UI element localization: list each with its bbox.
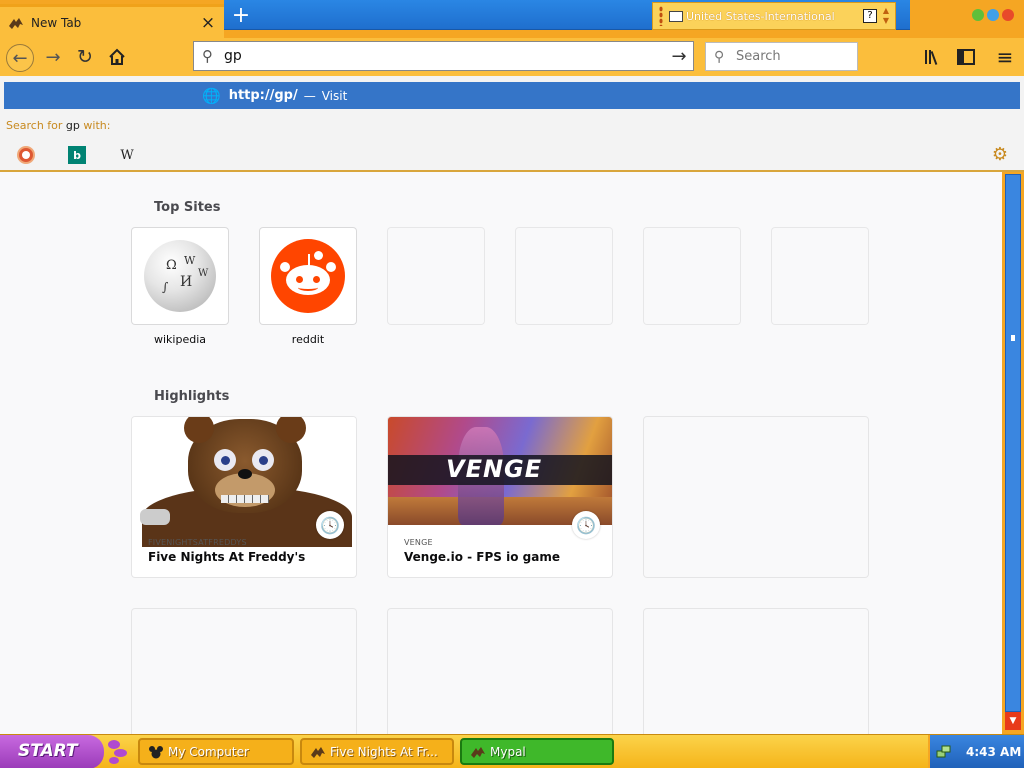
taskbar-item-label: Mypal xyxy=(490,744,526,759)
arrow-left-icon: ← xyxy=(12,47,28,69)
start-decoration-icon xyxy=(106,739,128,765)
taskbar-item-my-computer[interactable]: My Computer xyxy=(138,738,294,765)
grip-icon[interactable] xyxy=(659,6,663,26)
highlight-title: Five Nights At Freddy's xyxy=(148,550,306,564)
venge-thumbnail: VENGE xyxy=(388,417,612,525)
bing-icon[interactable]: b xyxy=(68,146,86,164)
taskbar: START My Computer Five Nights At Fr... M… xyxy=(0,734,1024,768)
start-button[interactable]: START xyxy=(0,735,104,768)
reload-icon: ↻ xyxy=(77,46,93,68)
suggestion-separator: — xyxy=(303,88,316,103)
new-tab-button[interactable]: + xyxy=(230,5,252,29)
highlight-card-fnaf[interactable]: 🕓 FIVENIGHTSATFREDDYS Five Nights At Fre… xyxy=(132,417,356,577)
forward-button[interactable]: → xyxy=(40,44,66,70)
scrollbar-grip-icon xyxy=(1011,335,1015,341)
tab-close-icon[interactable]: × xyxy=(200,13,216,33)
top-site-tile-wikipedia[interactable]: Ω W И ∫ W xyxy=(132,228,228,324)
taskbar-clock[interactable]: 4:43 AM xyxy=(966,745,1021,759)
wikipedia-icon[interactable]: W xyxy=(118,146,136,164)
fnaf-thumbnail xyxy=(132,417,356,547)
mickey-icon xyxy=(149,745,163,758)
url-input[interactable] xyxy=(224,48,665,64)
highlight-placeholder xyxy=(132,609,356,734)
venge-logo: VENGE xyxy=(446,455,543,483)
screen: New Tab × + United States-International … xyxy=(0,0,1024,768)
minimize-icon[interactable] xyxy=(972,9,984,21)
home-button[interactable] xyxy=(104,44,130,70)
top-site-tile-reddit[interactable] xyxy=(260,228,356,324)
highlights-title[interactable]: Highlights xyxy=(154,389,229,404)
go-arrow-icon[interactable]: → xyxy=(665,46,693,67)
language-label[interactable]: United States-International xyxy=(686,10,863,23)
search-icon: ⚲ xyxy=(202,47,213,65)
window-controls xyxy=(972,9,1014,21)
highlight-context: VENGE xyxy=(404,538,433,547)
taskbar-item-fnaf[interactable]: Five Nights At Fr... xyxy=(300,738,454,765)
url-suggestion-row[interactable]: 🌐 http://gp/ — Visit xyxy=(4,82,1020,109)
top-site-placeholder xyxy=(516,228,612,324)
highlight-card-venge[interactable]: VENGE 🕓 VENGE Venge.io - FPS io game xyxy=(388,417,612,577)
top-sites-title[interactable]: Top Sites xyxy=(154,200,221,215)
language-bar[interactable]: United States-International ? ▲ ▼ xyxy=(652,2,896,30)
highlight-context: FIVENIGHTSATFREDDYS xyxy=(148,538,247,547)
top-site-placeholder xyxy=(388,228,484,324)
maximize-icon[interactable] xyxy=(987,9,999,21)
mypal-icon xyxy=(471,746,485,758)
search-bar[interactable]: ⚲ xyxy=(705,42,858,71)
history-clock-icon: 🕓 xyxy=(316,511,344,539)
keyboard-icon xyxy=(669,10,683,22)
wikipedia-globe-icon: Ω W И ∫ W xyxy=(144,240,216,312)
history-clock-icon: 🕓 xyxy=(572,511,600,539)
top-site-label[interactable]: reddit xyxy=(260,333,356,346)
language-bar-options-icon[interactable]: ▲ ▼ xyxy=(883,6,889,26)
url-bar[interactable]: ⚲ → xyxy=(193,41,694,71)
network-icon[interactable] xyxy=(936,745,952,759)
back-button[interactable]: ← xyxy=(6,44,34,72)
system-tray: 4:43 AM xyxy=(928,735,1024,768)
home-icon xyxy=(109,48,125,65)
search-with-label: Search for gp with: xyxy=(6,119,110,132)
new-tab-page: Top Sites Ω W И ∫ W wikipedia reddit Hig… xyxy=(0,172,1002,734)
taskbar-item-label: Five Nights At Fr... xyxy=(330,744,438,759)
search-icon: ⚲ xyxy=(714,48,725,65)
vertical-scrollbar[interactable]: ▼ xyxy=(1002,172,1024,734)
search-with-suffix: with: xyxy=(79,119,111,132)
highlight-title: Venge.io - FPS io game xyxy=(404,550,560,564)
duckduckgo-icon[interactable] xyxy=(17,146,35,164)
mypal-favicon-icon xyxy=(9,17,23,29)
tab-strip: New Tab × + United States-International … xyxy=(0,0,1024,38)
navigation-toolbar: ← → ↻ ⚲ → ⚲ ≡ xyxy=(0,38,1024,76)
top-site-label[interactable]: wikipedia xyxy=(132,333,228,346)
reload-button[interactable]: ↻ xyxy=(72,44,98,70)
taskbar-item-mypal[interactable]: Mypal xyxy=(460,738,614,765)
highlight-placeholder xyxy=(644,417,868,577)
suggestion-action: Visit xyxy=(321,88,348,103)
reddit-icon xyxy=(271,239,345,313)
url-autocomplete-popup: 🌐 http://gp/ — Visit Search for gp with:… xyxy=(0,76,1024,172)
tab-title: New Tab xyxy=(31,15,82,30)
top-site-placeholder xyxy=(772,228,868,324)
library-icon[interactable] xyxy=(922,46,944,68)
search-settings-gear-icon[interactable]: ⚙ xyxy=(992,144,1008,165)
mypal-icon xyxy=(311,746,325,758)
arrow-right-icon: → xyxy=(45,46,61,68)
tab-new-tab[interactable]: New Tab × xyxy=(0,4,224,38)
highlight-placeholder xyxy=(388,609,612,734)
globe-icon: 🌐 xyxy=(202,86,221,105)
taskbar-item-label: My Computer xyxy=(168,744,249,759)
suggestion-url: http://gp/ xyxy=(228,88,298,103)
top-site-placeholder xyxy=(644,228,740,324)
hamburger-menu-icon[interactable]: ≡ xyxy=(994,45,1016,69)
scroll-down-arrow-icon[interactable]: ▼ xyxy=(1005,712,1021,730)
close-window-icon[interactable] xyxy=(1002,9,1014,21)
search-input[interactable] xyxy=(736,49,846,64)
search-with-prefix: Search for xyxy=(6,119,66,132)
scrollbar-thumb[interactable] xyxy=(1005,174,1021,712)
help-icon[interactable]: ? xyxy=(863,9,877,23)
sidebar-icon[interactable] xyxy=(955,46,977,68)
search-with-term: gp xyxy=(65,119,80,132)
highlight-placeholder xyxy=(644,609,868,734)
